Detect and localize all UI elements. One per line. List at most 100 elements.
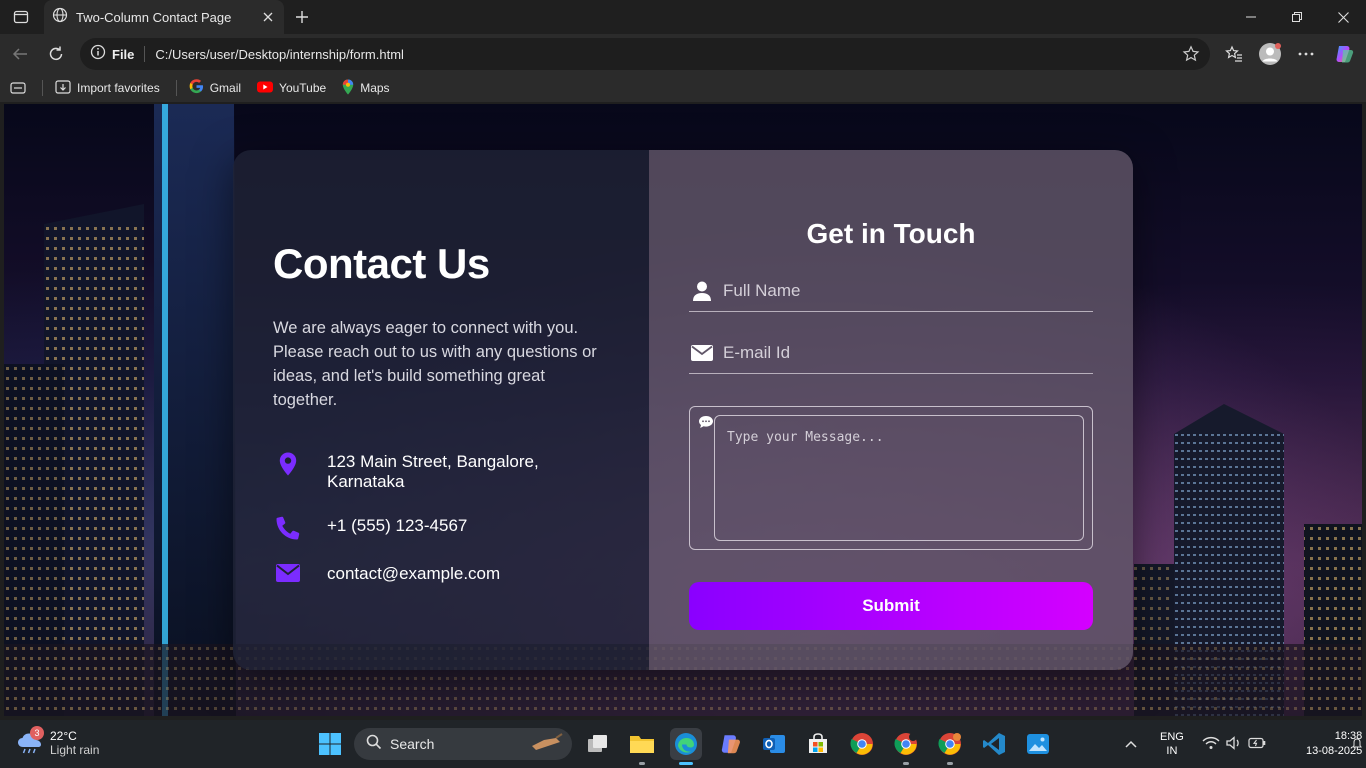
task-view-icon[interactable] <box>582 728 614 760</box>
close-window-icon[interactable] <box>1320 0 1366 34</box>
url-text[interactable]: C:/Users/user/Desktop/internship/form.ht… <box>155 47 404 62</box>
photos-icon[interactable] <box>1022 728 1054 760</box>
page-viewport: Contact Us We are always eager to connec… <box>4 104 1362 716</box>
favorites-separator <box>175 80 177 96</box>
favorite-star-icon[interactable] <box>1182 45 1200 68</box>
favorite-label: Maps <box>360 81 390 95</box>
outlook-icon[interactable] <box>758 728 790 760</box>
full-name-input[interactable] <box>723 280 1093 301</box>
restore-icon[interactable] <box>1274 0 1320 34</box>
contact-form-panel: Get in Touch Submit <box>649 150 1133 670</box>
tab-bar: Two-Column Contact Page <box>0 0 1366 34</box>
microsoft-store-icon[interactable] <box>802 728 834 760</box>
chrome-icon[interactable] <box>846 728 878 760</box>
language-code: ENG <box>1160 731 1184 743</box>
running-indicator <box>903 762 909 765</box>
submit-button[interactable]: Submit <box>689 582 1093 630</box>
favorite-youtube[interactable]: YouTube <box>257 81 326 96</box>
address-separator <box>144 46 146 62</box>
address-line-2: Karnataka <box>327 472 405 491</box>
edge-browser-icon[interactable] <box>670 728 702 765</box>
message-field <box>689 406 1093 550</box>
file-explorer-icon[interactable] <box>626 728 658 765</box>
battery-icon <box>1248 737 1266 752</box>
taskbar: 3 22°C Light rain Search ENG IN 18:38 13… <box>0 720 1366 768</box>
contact-description: We are always eager to connect with you.… <box>273 319 597 409</box>
vscode-icon[interactable] <box>978 728 1010 760</box>
profile-avatar-icon[interactable] <box>1256 40 1284 68</box>
youtube-icon <box>257 81 274 96</box>
back-icon[interactable] <box>6 40 34 68</box>
phone-row: +1 (555) 123-4567 <box>273 516 467 540</box>
favorite-gmail[interactable]: Gmail <box>189 79 241 97</box>
wifi-icon <box>1202 736 1220 753</box>
form-title: Get in Touch <box>806 218 976 249</box>
chrome-profile-2-icon[interactable] <box>934 728 966 765</box>
copilot-icon[interactable] <box>1330 40 1358 68</box>
comment-icon <box>698 415 714 434</box>
chrome-profile-icon[interactable] <box>890 728 922 765</box>
address-text: 123 Main Street, Bangalore, Karnataka <box>327 452 539 492</box>
navigation-bar: File C:/Users/user/Desktop/internship/fo… <box>0 34 1366 74</box>
search-label: Search <box>390 736 435 752</box>
copilot-app-icon[interactable] <box>714 728 746 760</box>
contact-card: Contact Us We are always eager to connec… <box>233 150 1133 670</box>
info-icon[interactable] <box>90 44 106 65</box>
sidebar-toggle-icon[interactable] <box>10 82 26 94</box>
search-highlight-icon <box>526 730 566 759</box>
address-row: 123 Main Street, Bangalore, Karnataka <box>273 452 539 492</box>
email-row: contact@example.com <box>273 564 500 584</box>
windows-start-icon[interactable] <box>314 728 346 760</box>
address-bar[interactable]: File C:/Users/user/Desktop/internship/fo… <box>80 38 1210 70</box>
full-name-field <box>689 270 1093 312</box>
favorite-label: Import favorites <box>77 81 160 95</box>
new-tab-icon[interactable] <box>290 5 314 29</box>
minimize-icon[interactable] <box>1228 0 1274 34</box>
email-text: contact@example.com <box>327 564 501 583</box>
favorites-icon[interactable] <box>1220 40 1248 68</box>
temperature-text: 22°C <box>50 729 77 743</box>
cloud-rain-icon: 3 <box>16 726 46 758</box>
show-hidden-icons[interactable] <box>1124 720 1138 768</box>
active-indicator <box>679 762 693 765</box>
envelope-icon <box>689 344 715 361</box>
weather-alert-badge: 3 <box>30 726 44 740</box>
import-icon <box>55 79 71 97</box>
more-options-icon[interactable] <box>1292 40 1320 68</box>
running-indicator <box>639 762 645 765</box>
close-tab-icon[interactable] <box>260 9 276 25</box>
search-icon <box>366 734 382 755</box>
email-field <box>689 332 1093 374</box>
refresh-icon[interactable] <box>42 40 70 68</box>
favorites-bar: Import favorites Gmail YouTube Maps <box>0 74 1366 102</box>
volume-icon <box>1226 735 1242 753</box>
active-tab[interactable]: Two-Column Contact Page <box>44 0 284 34</box>
globe-icon <box>52 7 68 28</box>
user-icon <box>689 281 715 301</box>
quick-settings[interactable] <box>1202 720 1266 768</box>
running-indicator <box>947 762 953 765</box>
location-pin-icon <box>273 452 303 476</box>
language-indicator[interactable]: ENG IN <box>1160 720 1184 768</box>
favorites-separator <box>42 80 43 96</box>
notification-icon[interactable] <box>1352 720 1362 768</box>
email-input[interactable] <box>723 342 1093 363</box>
tab-title: Two-Column Contact Page <box>76 9 232 25</box>
region-code: IN <box>1166 745 1178 757</box>
favorite-maps[interactable]: Maps <box>342 79 390 98</box>
phone-icon <box>273 516 303 540</box>
envelope-icon <box>273 564 303 582</box>
contact-title: Contact Us <box>273 240 490 287</box>
tab-actions-icon[interactable] <box>8 5 34 29</box>
address-line-1: 123 Main Street, Bangalore, <box>327 452 539 471</box>
message-textarea[interactable] <box>714 415 1084 541</box>
scheme-label: File <box>112 46 135 62</box>
weather-widget[interactable]: 3 22°C Light rain <box>16 726 100 758</box>
weather-condition-text: Light rain <box>50 743 100 757</box>
contact-info-panel: Contact Us We are always eager to connec… <box>233 150 649 670</box>
taskbar-search[interactable]: Search <box>354 728 572 760</box>
phone-text: +1 (555) 123-4567 <box>327 516 468 535</box>
favorite-label: YouTube <box>279 81 327 95</box>
google-icon <box>189 79 204 97</box>
favorite-import[interactable]: Import favorites <box>55 79 160 97</box>
